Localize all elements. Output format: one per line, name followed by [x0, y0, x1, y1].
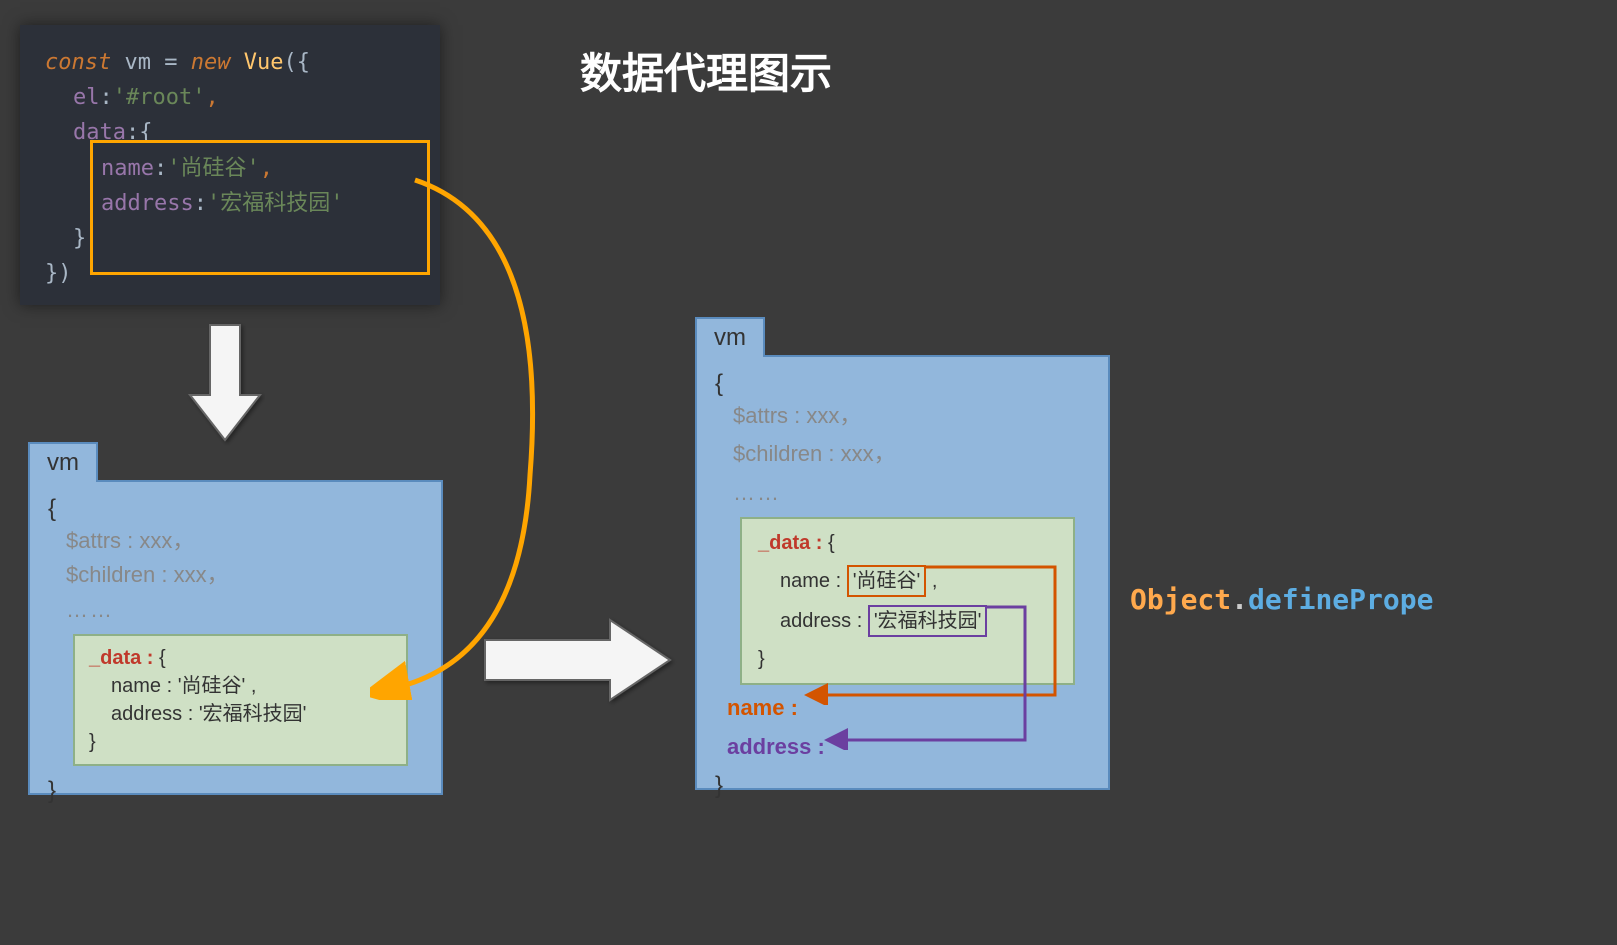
method-text: definePrope	[1248, 583, 1433, 616]
arrow-down-icon	[185, 320, 265, 450]
name-line-r: name : '尚硅谷' ,	[780, 565, 1057, 597]
proxy-address-label: address :	[727, 732, 1090, 763]
attrs-line-r: $attrs : xxx，	[733, 401, 1090, 432]
dots-line-r: ……	[733, 478, 1090, 509]
code-line-7: })	[45, 256, 415, 291]
dot-text: .	[1231, 583, 1248, 616]
code-snippet-block: const vm = new Vue({ el:'#root', data:{ …	[20, 25, 440, 305]
panel-brace-open: {	[48, 492, 423, 526]
data-inner-right: _data : { name : '尚硅谷' , address : '宏福科技…	[740, 517, 1075, 685]
address-value-highlighted: '宏福科技园'	[868, 605, 988, 637]
code-line-6: }	[73, 221, 415, 256]
data-label: _data :	[89, 647, 159, 669]
arrow-right-icon	[480, 610, 680, 710]
el-property: el	[73, 85, 100, 110]
diagram-title: 数据代理图示	[580, 40, 832, 101]
vm-tab-left: vm	[28, 442, 98, 482]
name-property: name	[101, 156, 154, 181]
name-line: name : '尚硅谷' ,	[111, 672, 392, 700]
vue-class: Vue	[244, 50, 284, 75]
address-line: address : '宏福科技园'	[111, 700, 392, 728]
code-line-2: el:'#root',	[73, 80, 415, 115]
name-value: '尚硅谷'	[167, 156, 260, 181]
name-value-highlighted: '尚硅谷'	[847, 565, 927, 597]
inner-brace-close: }	[89, 728, 392, 756]
code-line-4: name:'尚硅谷',	[101, 151, 415, 186]
code-line-5: address:'宏福科技园'	[101, 186, 415, 221]
proxy-name-label: name :	[727, 693, 1090, 724]
new-keyword: new	[191, 50, 231, 75]
el-value: '#root'	[113, 85, 206, 110]
equals-sign: =	[164, 50, 177, 75]
data-property: data	[73, 120, 126, 145]
address-property: address	[101, 191, 194, 216]
const-keyword: const	[45, 50, 111, 75]
vm-panel-right: vm { $attrs : xxx， $children : xxx， …… _…	[695, 355, 1110, 790]
address-line-r: address : '宏福科技园'	[780, 605, 1057, 637]
dots-line: ……	[66, 595, 423, 626]
vm-panel-left: vm { $attrs : xxx， $children : xxx， …… _…	[28, 480, 443, 795]
panel-brace-close-r: }	[715, 769, 1090, 803]
define-property-text: Object.definePrope	[1130, 583, 1433, 616]
children-line: $children : xxx，	[66, 560, 423, 591]
panel-content-left: { $attrs : xxx， $children : xxx， …… _dat…	[30, 482, 441, 818]
code-line-1: const vm = new Vue({	[45, 45, 415, 80]
address-value: '宏福科技园'	[207, 191, 344, 216]
object-text: Object	[1130, 583, 1231, 616]
paren-open: (	[283, 50, 296, 75]
vm-variable: vm	[124, 50, 151, 75]
inner-brace-close-r: }	[758, 645, 1057, 673]
data-inner-left: _data : { name : '尚硅谷' , address : '宏福科技…	[73, 634, 408, 766]
brace-open: {	[297, 50, 310, 75]
panel-content-right: { $attrs : xxx， $children : xxx， …… _dat…	[697, 357, 1108, 812]
data-label-r: _data :	[758, 532, 828, 554]
panel-brace-open-r: {	[715, 367, 1090, 401]
panel-brace-close: }	[48, 774, 423, 808]
code-line-3: data:{	[73, 115, 415, 150]
vm-tab-right: vm	[695, 317, 765, 357]
attrs-line: $attrs : xxx，	[66, 526, 423, 557]
children-line-r: $children : xxx，	[733, 439, 1090, 470]
